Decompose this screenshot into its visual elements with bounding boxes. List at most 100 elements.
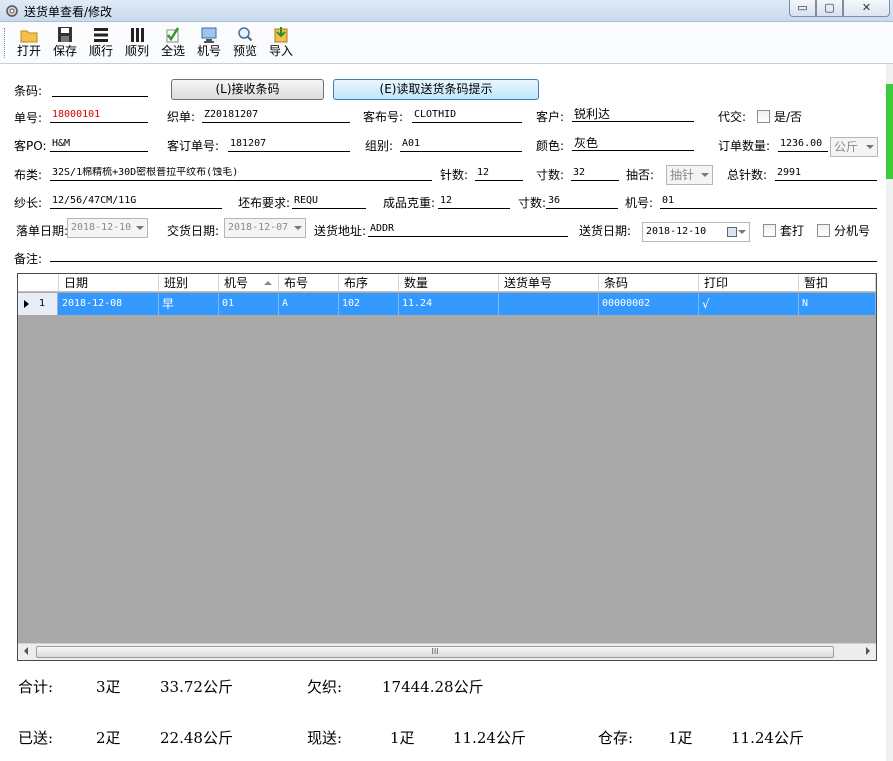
drop-date-label: 落单日期: [16, 224, 69, 238]
customer-field[interactable]: 锐利达 [572, 108, 694, 122]
deliver-date-picker[interactable]: 2018-12-07 [224, 218, 306, 238]
open-button[interactable]: 打开 [12, 25, 46, 61]
import-label: 导入 [268, 44, 293, 58]
group-label: 组别: [365, 139, 394, 153]
sort-asc-icon [264, 281, 272, 285]
sent-label: 已送: [18, 729, 54, 747]
draw-value: 抽针 [670, 168, 695, 182]
title-bar: 送货单查看/修改 ▭ ▢ ✕ [0, 0, 893, 22]
col-header-barcode[interactable]: 条码 [599, 274, 699, 292]
inch2-field[interactable]: 36 [546, 195, 618, 209]
group-field[interactable]: A01 [400, 138, 522, 152]
col-header-cloth-no[interactable]: 布号 [279, 274, 339, 292]
save-icon [58, 27, 72, 42]
check-icon [166, 27, 180, 43]
table-row[interactable]: 2018-12-08 早 01 A 102 11.24 00000002 √ N [18, 293, 876, 315]
cell-print[interactable]: √ [699, 293, 799, 315]
cell-shift[interactable]: 早 [159, 293, 219, 315]
close-button[interactable]: ✕ [843, 0, 890, 17]
cust-cloth-field[interactable]: CLOTHID [412, 109, 522, 123]
stock-pieces: 1疋 [668, 729, 693, 747]
row-order-label: 顺行 [88, 44, 113, 58]
total-label: 合计: [18, 678, 54, 696]
fabric-label: 布类: [14, 168, 43, 182]
scroll-left-icon[interactable] [24, 647, 28, 655]
note-label: 备注: [14, 252, 43, 266]
col-header-cloth-seq[interactable]: 布序 [339, 274, 399, 292]
cell-hold[interactable]: N [799, 293, 876, 315]
receive-barcode-button[interactable]: (L)接收条码 [171, 79, 324, 100]
col-header-qty[interactable]: 数量 [399, 274, 499, 292]
folder-icon [20, 30, 38, 43]
row-pointer-icon [24, 300, 29, 308]
cell-machine[interactable]: 01 [219, 293, 279, 315]
scroll-right-icon[interactable] [866, 647, 870, 655]
right-edge-accent [886, 84, 893, 179]
fabric-field[interactable]: 32S/1棉精梳+30D密根普拉平纹布(蚀毛) [50, 167, 432, 181]
save-button[interactable]: 保存 [48, 25, 82, 61]
delivery-grid[interactable]: 日期 班别 机号 布号 布序 数量 送货单号 条码 打印 暂扣 2018-12-… [17, 273, 877, 661]
barcode-input[interactable] [52, 83, 148, 97]
split-machine-label: 分机号 [834, 224, 871, 238]
qty-unit-select[interactable]: 公斤 [830, 137, 878, 157]
maximize-button[interactable]: ▢ [816, 0, 843, 17]
weave-label: 织单: [167, 110, 196, 124]
import-button[interactable]: 导入 [264, 25, 298, 61]
machine-no-field[interactable]: 01 [660, 195, 877, 209]
scroll-thumb[interactable]: III [36, 646, 834, 658]
weave-field[interactable]: Z20181207 [202, 109, 350, 123]
proxy-checkbox[interactable] [757, 110, 770, 123]
col-header-date[interactable]: 日期 [59, 274, 159, 292]
select-all-label: 全选 [160, 44, 185, 58]
ship-date-picker[interactable]: 2018-12-10 [642, 222, 750, 242]
col-order-button[interactable]: 顺列 [120, 25, 154, 61]
split-machine-checkbox[interactable] [817, 224, 830, 237]
read-barcode-tip-button[interactable]: (E)读取送货条码提示 [333, 79, 539, 100]
col-header-machine[interactable]: 机号 [219, 274, 279, 292]
col-header-hold[interactable]: 暂扣 [799, 274, 876, 292]
defect-field[interactable]: REQU [292, 195, 366, 209]
toolbar-grip[interactable] [4, 28, 7, 58]
po-field[interactable]: H&M [50, 138, 148, 152]
needles-field[interactable]: 12 [475, 167, 523, 181]
col-header-delivery-no[interactable]: 送货单号 [499, 274, 599, 292]
select-all-button[interactable]: 全选 [156, 25, 190, 61]
machine-button[interactable]: 机号 [192, 25, 226, 61]
suite-print-checkbox[interactable] [763, 224, 776, 237]
cust-order-field[interactable]: 181207 [228, 138, 350, 152]
qty-label: 订单数量: [718, 139, 771, 153]
columns-icon [131, 28, 144, 42]
monitor-icon [201, 27, 217, 43]
cell-barcode[interactable]: 00000002 [599, 293, 699, 315]
total-pieces: 3疋 [96, 678, 121, 696]
save-label: 保存 [52, 44, 77, 58]
qty-field[interactable]: 1236.00 [778, 138, 828, 152]
qty-unit-value: 公斤 [834, 140, 859, 154]
cell-date[interactable]: 2018-12-08 [59, 293, 159, 315]
order-no-label: 单号: [14, 111, 43, 125]
right-edge-strip [886, 64, 893, 761]
col-header-print[interactable]: 打印 [699, 274, 799, 292]
color-field[interactable]: 灰色 [572, 137, 694, 151]
note-field[interactable] [50, 248, 877, 262]
draw-select[interactable]: 抽针 [666, 165, 713, 185]
weight-field[interactable]: 12 [438, 195, 510, 209]
cell-cloth-no[interactable]: A [279, 293, 339, 315]
row-order-button[interactable]: 顺行 [84, 25, 118, 61]
cell-qty[interactable]: 11.24 [399, 293, 499, 315]
col-header-shift[interactable]: 班别 [159, 274, 219, 292]
drop-date-picker[interactable]: 2018-12-10 [67, 218, 148, 238]
preview-button[interactable]: 预览 [228, 25, 262, 61]
inch-label: 寸数: [536, 168, 565, 182]
inch-field[interactable]: 32 [571, 167, 619, 181]
total-needles-field[interactable]: 2991 [775, 167, 877, 181]
address-field[interactable]: ADDR [368, 223, 568, 237]
cell-delivery-no[interactable] [499, 293, 599, 315]
yarn-field[interactable]: 12/56/47CM/11G [50, 195, 222, 209]
cell-cloth-seq[interactable]: 102 [339, 293, 399, 315]
order-no-field[interactable]: 18000101 [50, 109, 148, 123]
barcode-label: 条码: [14, 84, 43, 98]
minimize-button[interactable]: ▭ [789, 0, 816, 17]
row-header[interactable]: 1 [18, 293, 58, 315]
horizontal-scrollbar[interactable]: III [18, 643, 876, 660]
